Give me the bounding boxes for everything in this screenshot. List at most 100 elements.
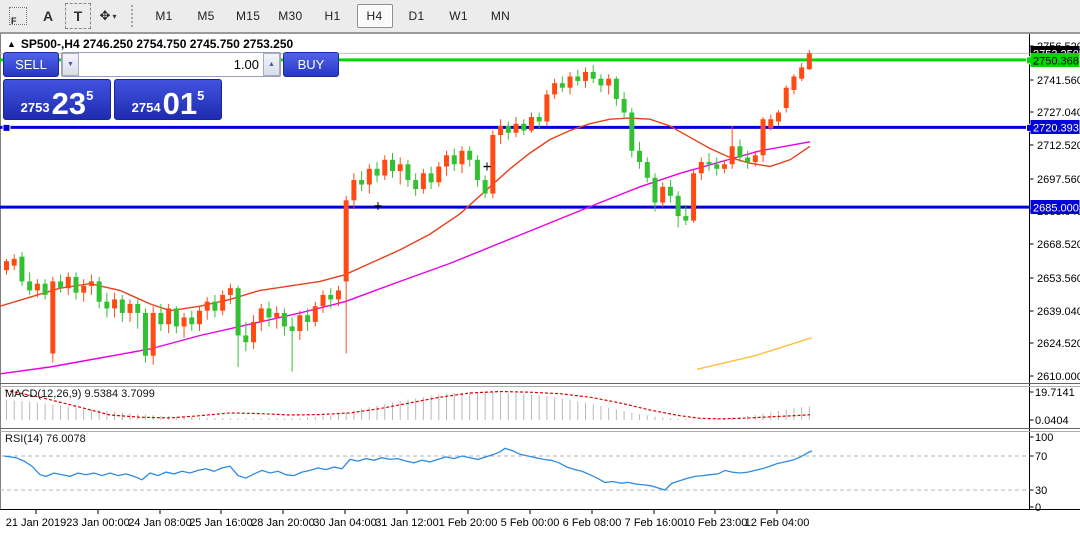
candlestick: [753, 155, 758, 162]
sell-price-display[interactable]: 2753 23 5: [3, 79, 111, 120]
candlestick: [761, 119, 766, 155]
candlestick: [398, 164, 403, 171]
candlestick: [390, 160, 395, 171]
candlestick: [359, 180, 364, 185]
candlestick: [459, 151, 464, 165]
candlestick: [514, 124, 519, 133]
candlestick: [730, 146, 735, 164]
time-axis-label: 31 Jan 12:00: [375, 517, 439, 529]
candlestick: [128, 304, 133, 313]
candlestick: [660, 187, 665, 203]
candlestick: [614, 79, 619, 99]
symbol-marker-icon: ▲: [7, 39, 16, 49]
buy-price-sup: 5: [197, 89, 204, 102]
candlestick: [89, 281, 94, 286]
buy-price-big: 01: [163, 91, 197, 116]
candlestick: [606, 79, 611, 86]
volume-increase-button[interactable]: ▲: [263, 53, 280, 76]
candlestick: [475, 160, 480, 180]
candlestick: [143, 313, 148, 356]
candlestick: [305, 315, 310, 322]
candlestick: [297, 315, 302, 331]
candlestick: [699, 162, 704, 173]
candlestick: [104, 302, 109, 309]
candlestick: [722, 164, 727, 169]
candlestick: [413, 180, 418, 189]
volume-input[interactable]: [79, 53, 263, 76]
candlestick: [205, 302, 210, 311]
candlestick: [807, 53, 812, 69]
line-anchor-marker: [3, 124, 10, 131]
volume-decrease-button[interactable]: ▼: [62, 53, 79, 76]
candlestick: [652, 178, 657, 203]
price-axis-label: 2639.040: [1037, 306, 1080, 318]
time-axis-label: 5 Feb 00:00: [501, 517, 560, 529]
candlestick: [189, 317, 194, 324]
rsi-axis-label: 70: [1035, 451, 1047, 463]
candlestick: [436, 167, 441, 183]
candlestick: [776, 112, 781, 121]
candlestick: [598, 79, 603, 86]
candlestick: [629, 112, 634, 150]
buy-price-display[interactable]: 2754 01 5: [114, 79, 222, 120]
candlestick: [529, 117, 534, 131]
candlestick: [575, 76, 580, 81]
candlestick: [58, 281, 63, 288]
candlestick: [637, 151, 642, 162]
candlestick: [483, 180, 488, 194]
candlestick: [737, 146, 742, 157]
candlestick: [367, 169, 372, 185]
buy-button[interactable]: BUY: [283, 52, 339, 77]
candlestick: [251, 322, 256, 342]
sell-price-big: 23: [52, 91, 86, 116]
candlestick: [784, 88, 789, 108]
candlestick: [552, 83, 557, 94]
macd-axis-label: 19.7141: [1035, 387, 1075, 399]
candlestick: [645, 162, 650, 178]
time-axis-label: 24 Jan 08:00: [128, 517, 192, 529]
candlestick: [791, 76, 796, 90]
candlestick: [799, 67, 804, 78]
candlestick: [568, 76, 573, 87]
candlestick: [583, 72, 588, 81]
candlestick: [544, 94, 549, 121]
candlestick: [768, 119, 773, 128]
time-axis-label: 12 Feb 04:00: [745, 517, 810, 529]
candlestick: [745, 158, 750, 163]
candlestick: [498, 126, 503, 135]
buy-price-prefix: 2754: [132, 101, 161, 114]
candlestick: [336, 290, 341, 299]
candlestick: [467, 151, 472, 160]
sell-button[interactable]: SELL: [3, 52, 59, 77]
time-axis-label: 28 Jan 20:00: [251, 517, 315, 529]
rsi-label: RSI(14) 76.0078: [5, 433, 86, 445]
candlestick: [351, 180, 356, 200]
candlestick: [112, 299, 117, 308]
time-axis-label: 23 Jan 00:00: [66, 517, 130, 529]
candlestick: [521, 124, 526, 131]
rsi-axis-label: 100: [1035, 432, 1053, 444]
candlestick: [35, 284, 40, 291]
candlestick: [452, 155, 457, 164]
trading-terminal-window: 2756.5202741.5602727.0402712.5202697.560…: [0, 0, 1080, 537]
candlestick: [174, 308, 179, 326]
candlestick: [328, 295, 333, 300]
candlestick: [313, 306, 318, 322]
candlestick: [27, 281, 32, 290]
price-badge-label: 2750.368: [1033, 56, 1079, 68]
candlestick: [50, 281, 55, 353]
candlestick: [12, 259, 17, 266]
candlestick: [120, 299, 125, 313]
time-axis-label: 6 Feb 08:00: [563, 517, 622, 529]
candlestick: [266, 308, 271, 317]
candlestick: [274, 313, 279, 318]
time-axis-label: 21 Jan 2019: [6, 517, 67, 529]
candlestick: [444, 155, 449, 166]
candlestick: [243, 335, 248, 342]
price-axis-label: 2653.560: [1037, 273, 1080, 285]
candlestick: [166, 308, 171, 324]
sell-price-prefix: 2753: [21, 101, 50, 114]
candlestick: [236, 288, 241, 335]
symbol-ohlc-text: SP500-,H4 2746.250 2754.750 2745.750 275…: [21, 37, 293, 51]
candlestick: [537, 117, 542, 122]
